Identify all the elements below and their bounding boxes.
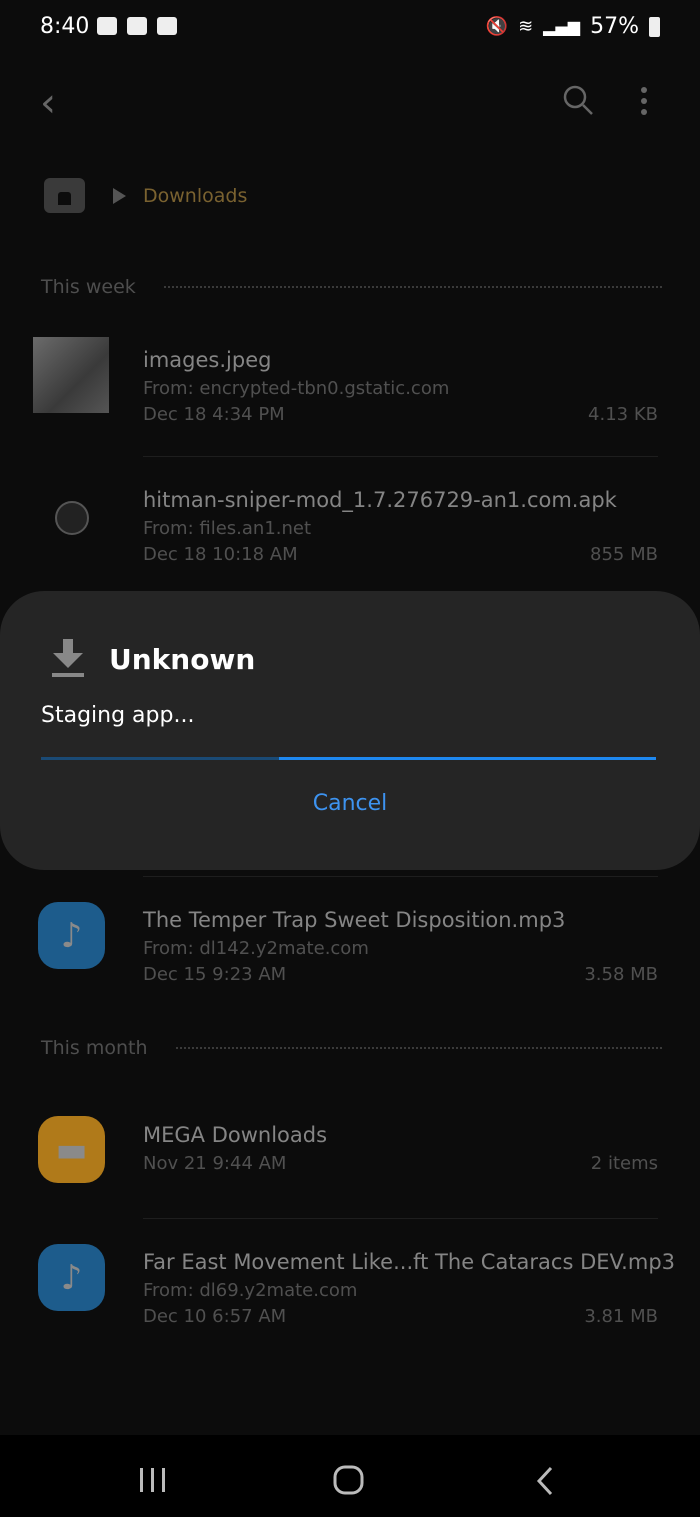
music-note-icon: ♪ <box>38 1244 105 1311</box>
divider <box>143 876 658 877</box>
divider <box>143 1218 658 1219</box>
section-header: This month <box>41 1037 662 1059</box>
file-date: Dec 18 4:34 PM <box>143 404 285 425</box>
file-date: Dec 18 10:18 AM <box>143 544 298 565</box>
divider <box>143 456 658 457</box>
file-date: Dec 15 9:23 AM <box>143 964 287 985</box>
home-icon[interactable] <box>332 1464 366 1496</box>
list-item[interactable]: hitman-sniper-mod_1.7.276729-an1.com.apk… <box>0 488 700 598</box>
install-dialog: Unknown Staging app... Cancel <box>0 591 700 870</box>
file-source: From: dl69.y2mate.com <box>143 1280 358 1301</box>
list-item[interactable]: ▬ MEGA Downloads Nov 21 9:44 AM 2 items <box>0 1116 700 1233</box>
section-header: This week <box>41 276 662 298</box>
progress-bar <box>41 757 656 760</box>
cancel-button[interactable]: Cancel <box>0 791 700 816</box>
list-item[interactable]: images.jpeg From: encrypted-tbn0.gstatic… <box>0 337 700 458</box>
file-name: images.jpeg <box>143 348 272 372</box>
section-label: This week <box>41 276 136 298</box>
file-size: 3.58 MB <box>584 964 658 985</box>
file-name: hitman-sniper-mod_1.7.276729-an1.com.apk <box>143 488 617 512</box>
home-folder-icon[interactable] <box>44 178 85 213</box>
file-source: From: dl142.y2mate.com <box>143 938 369 959</box>
item-count: 2 items <box>590 1153 658 1174</box>
status-time: 8:40 <box>40 14 90 39</box>
folder-icon: ▬ <box>38 1116 105 1183</box>
more-options-icon[interactable] <box>636 86 652 116</box>
signal-icon: ▂▄▆ <box>543 17 581 36</box>
status-bar: 8:40 🔇 ≋ ▂▄▆ 57% <box>0 0 700 56</box>
search-icon[interactable] <box>562 84 594 116</box>
file-date: Nov 21 9:44 AM <box>143 1153 287 1174</box>
music-note-icon: ♪ <box>38 902 105 969</box>
back-nav-icon[interactable] <box>533 1465 557 1497</box>
app-9-icon <box>127 17 147 35</box>
section-divider <box>175 1047 662 1049</box>
chevron-right-icon <box>113 187 126 204</box>
file-source: From: files.an1.net <box>143 518 312 539</box>
image-thumbnail <box>33 337 109 413</box>
list-item[interactable]: ♪ Far East Movement Like...ft The Catara… <box>0 1244 700 1360</box>
image-icon <box>97 17 117 35</box>
app-9-icon <box>157 17 177 35</box>
dialog-message: Staging app... <box>41 703 195 728</box>
file-name: Far East Movement Like...ft The Cataracs… <box>143 1250 676 1274</box>
list-item[interactable]: ♪ The Temper Trap Sweet Disposition.mp3 … <box>0 902 700 1018</box>
battery-level: 57% <box>590 14 639 39</box>
mute-icon: 🔇 <box>485 16 509 37</box>
breadcrumb: Downloads <box>44 178 247 213</box>
file-size: 855 MB <box>590 544 658 565</box>
file-size: 3.81 MB <box>584 1306 658 1327</box>
recent-apps-icon[interactable] <box>138 1466 168 1494</box>
section-divider <box>163 286 662 288</box>
dialog-title: Unknown <box>109 643 256 676</box>
file-size: 4.13 KB <box>588 404 658 425</box>
file-source: From: encrypted-tbn0.gstatic.com <box>143 378 450 399</box>
file-name: The Temper Trap Sweet Disposition.mp3 <box>143 908 566 932</box>
wifi-icon: ≋ <box>518 16 534 37</box>
navigation-bar <box>0 1435 700 1517</box>
back-icon[interactable]: ‹ <box>40 80 56 126</box>
battery-icon <box>649 16 660 37</box>
download-icon <box>52 639 84 677</box>
file-name: MEGA Downloads <box>143 1123 328 1147</box>
progress-indicator <box>279 757 656 760</box>
apk-icon <box>55 501 89 535</box>
section-label: This month <box>41 1037 148 1059</box>
file-date: Dec 10 6:57 AM <box>143 1306 287 1327</box>
breadcrumb-downloads[interactable]: Downloads <box>143 185 247 207</box>
